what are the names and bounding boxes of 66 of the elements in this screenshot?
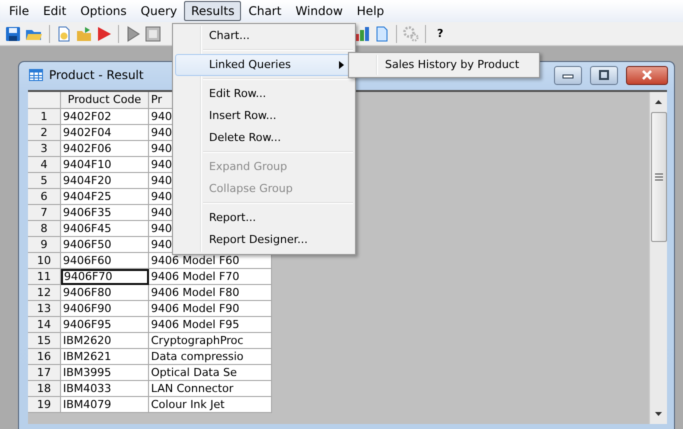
row-header[interactable]: 13 (28, 301, 61, 317)
table-cell[interactable]: 9406F60 (61, 253, 149, 269)
row-header[interactable]: 1 (28, 109, 61, 125)
table-cell[interactable]: 9406 Model F95 (149, 317, 272, 333)
window-title: Product - Result (49, 68, 144, 82)
table-cell[interactable]: 9404F25 (61, 189, 149, 205)
menu-title[interactable]: Window (288, 1, 350, 21)
table-cell[interactable]: 9406F80 (61, 285, 149, 301)
row-header[interactable]: 12 (28, 285, 61, 301)
table-cell[interactable]: IBM2620 (61, 333, 149, 349)
row-header[interactable]: 4 (28, 157, 61, 173)
row-header[interactable]: 17 (28, 365, 61, 381)
menu-item[interactable]: Report Designer... (175, 229, 353, 251)
menu-title[interactable]: Results (184, 1, 242, 21)
table-cell[interactable]: Data compressio (149, 349, 272, 365)
row-header[interactable]: 14 (28, 317, 61, 333)
menu-item[interactable]: Sales History by Product (351, 54, 537, 76)
table-cell[interactable]: 9406 Model F70 (149, 269, 272, 285)
menu-item[interactable]: Delete Row... (175, 127, 353, 149)
menu-item[interactable]: Insert Row... (175, 105, 353, 127)
row-header[interactable]: 16 (28, 349, 61, 365)
menu-title[interactable]: Chart (241, 1, 288, 21)
table-cell[interactable]: 9406F50 (61, 237, 149, 253)
row-header[interactable]: 15 (28, 333, 61, 349)
table-cell[interactable]: 9406F35 (61, 205, 149, 221)
menu-item[interactable]: Edit Row... (175, 83, 353, 105)
table-cell[interactable]: 9406F45 (61, 221, 149, 237)
row-header[interactable]: 10 (28, 253, 61, 269)
table-cell[interactable]: IBM2621 (61, 349, 149, 365)
row-header[interactable]: 9 (28, 237, 61, 253)
menu-title[interactable]: File (2, 1, 36, 21)
row-header[interactable]: 3 (28, 141, 61, 157)
column-header[interactable]: Product Code (61, 92, 149, 109)
menu-item[interactable]: Report... (175, 207, 353, 229)
row-header[interactable]: 2 (28, 125, 61, 141)
table-cell[interactable]: 9402F02 (61, 109, 149, 125)
menu-item[interactable]: Chart... (175, 25, 353, 47)
table-cell[interactable]: LAN Connector (149, 381, 272, 397)
menu-title[interactable]: Options (73, 1, 134, 21)
table-cell[interactable]: 9406F95 (61, 317, 149, 333)
table-cell[interactable]: Optical Data Se (149, 365, 272, 381)
row-header[interactable]: 7 (28, 205, 61, 221)
row-header[interactable]: 11 (28, 269, 61, 285)
menu-title[interactable]: Edit (36, 1, 74, 21)
menu-title[interactable]: Help (350, 1, 392, 21)
table-cell[interactable]: 9406 Model F90 (149, 301, 272, 317)
table-cell[interactable]: 9406 Model F60 (149, 253, 272, 269)
menu-title[interactable]: Query (134, 1, 184, 21)
table-cell[interactable]: Colour Ink Jet (149, 397, 272, 413)
row-header[interactable]: 5 (28, 173, 61, 189)
help-button[interactable]: ? (432, 27, 448, 40)
row-header[interactable]: 8 (28, 221, 61, 237)
table-cell[interactable]: IBM4033 (61, 381, 149, 397)
table-cell[interactable]: IBM4079 (61, 397, 149, 413)
row-header[interactable]: 19 (28, 397, 61, 413)
table-cell[interactable]: CryptographProc (149, 333, 272, 349)
table-cell[interactable]: IBM3995 (61, 365, 149, 381)
table-cell[interactable]: 9404F10 (61, 157, 149, 173)
table-cell[interactable]: 9402F04 (61, 125, 149, 141)
table-cell[interactable]: 9402F06 (61, 141, 149, 157)
table-cell[interactable]: 9406F90 (61, 301, 149, 317)
table-cell[interactable]: 9406F70 (61, 269, 149, 285)
row-header[interactable]: 6 (28, 189, 61, 205)
table-cell[interactable]: 9404F20 (61, 173, 149, 189)
table-cell[interactable]: 9406 Model F80 (149, 285, 272, 301)
row-header[interactable]: 18 (28, 381, 61, 397)
